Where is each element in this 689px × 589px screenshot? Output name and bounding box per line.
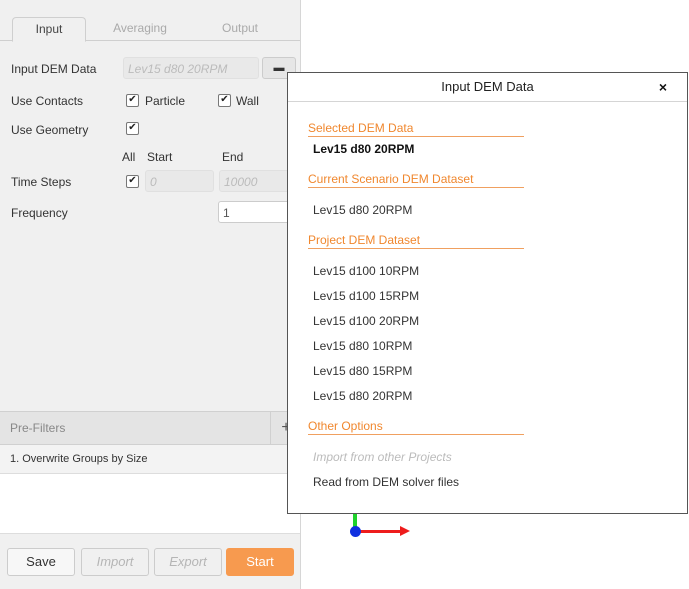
start-step-field[interactable]: 0	[145, 170, 214, 192]
input-dem-field[interactable]: Lev15 d80 20RPM	[123, 57, 259, 79]
import-button[interactable]: Import	[81, 548, 149, 576]
list-item[interactable]: Lev15 d80 10RPM	[313, 339, 412, 353]
end-header: End	[222, 150, 244, 164]
filter-label: 1. Overwrite Groups by Size	[10, 453, 148, 465]
close-icon[interactable]: ×	[659, 79, 667, 95]
other-options-header: Other Options	[308, 419, 524, 435]
list-item[interactable]: Lev15 d100 15RPM	[313, 289, 419, 303]
use-contacts-label: Use Contacts	[11, 94, 84, 108]
prefilters-title: Pre-Filters	[10, 421, 66, 435]
x-axis-arrowhead	[400, 526, 410, 536]
project-dataset-header: Project DEM Dataset	[308, 233, 524, 249]
tab-averaging[interactable]: Averaging	[100, 17, 180, 39]
filter-list	[0, 474, 300, 534]
selected-dem-header: Selected DEM Data	[308, 121, 524, 137]
list-item[interactable]: Lev15 d80 20RPM	[313, 203, 412, 217]
save-button[interactable]: Save	[7, 548, 75, 576]
dialog-title-text: Input DEM Data	[441, 79, 534, 94]
list-item[interactable]: 1. Overwrite Groups by Size	[0, 445, 300, 474]
list-item[interactable]: Lev15 d100 10RPM	[313, 264, 419, 278]
use-geometry-label: Use Geometry	[11, 123, 89, 137]
wall-label: Wall	[236, 94, 259, 108]
read-solver-files-option[interactable]: Read from DEM solver files	[313, 475, 459, 489]
prefilters-header: Pre-Filters +	[0, 411, 300, 445]
list-item[interactable]: Lev15 d100 20RPM	[313, 314, 419, 328]
list-item[interactable]: Lev15 d80 20RPM	[313, 389, 412, 403]
current-scenario-header: Current Scenario DEM Dataset	[308, 172, 524, 188]
geometry-checkbox[interactable]: ✔	[126, 122, 139, 135]
all-header: All	[122, 150, 136, 164]
frequency-label: Frequency	[11, 206, 68, 220]
folder-icon: ▬	[273, 62, 285, 74]
selected-dem-value: Lev15 d80 20RPM	[313, 142, 415, 156]
all-timesteps-checkbox[interactable]: ✔	[126, 175, 139, 188]
tab-output[interactable]: Output	[200, 17, 280, 39]
start-header: Start	[147, 150, 173, 164]
import-other-projects-option[interactable]: Import from other Projects	[313, 450, 452, 464]
tab-bar: Input Averaging Output	[0, 0, 300, 42]
wall-checkbox[interactable]: ✔	[218, 94, 231, 107]
particle-label: Particle	[145, 94, 186, 108]
tab-input[interactable]: Input	[12, 17, 86, 42]
input-dem-label: Input DEM Data	[11, 62, 97, 76]
x-axis-arrow	[360, 530, 402, 533]
axis-origin	[350, 526, 361, 537]
input-dem-dialog: Input DEM Data × Selected DEM Data Lev15…	[287, 72, 688, 514]
dialog-title: Input DEM Data ×	[288, 73, 687, 102]
start-button[interactable]: Start	[226, 548, 294, 576]
settings-panel: Input Averaging Output Input DEM Data Le…	[0, 0, 301, 589]
list-item[interactable]: Lev15 d80 15RPM	[313, 364, 412, 378]
time-steps-label: Time Steps	[11, 175, 72, 189]
particle-checkbox[interactable]: ✔	[126, 94, 139, 107]
export-button[interactable]: Export	[154, 548, 222, 576]
